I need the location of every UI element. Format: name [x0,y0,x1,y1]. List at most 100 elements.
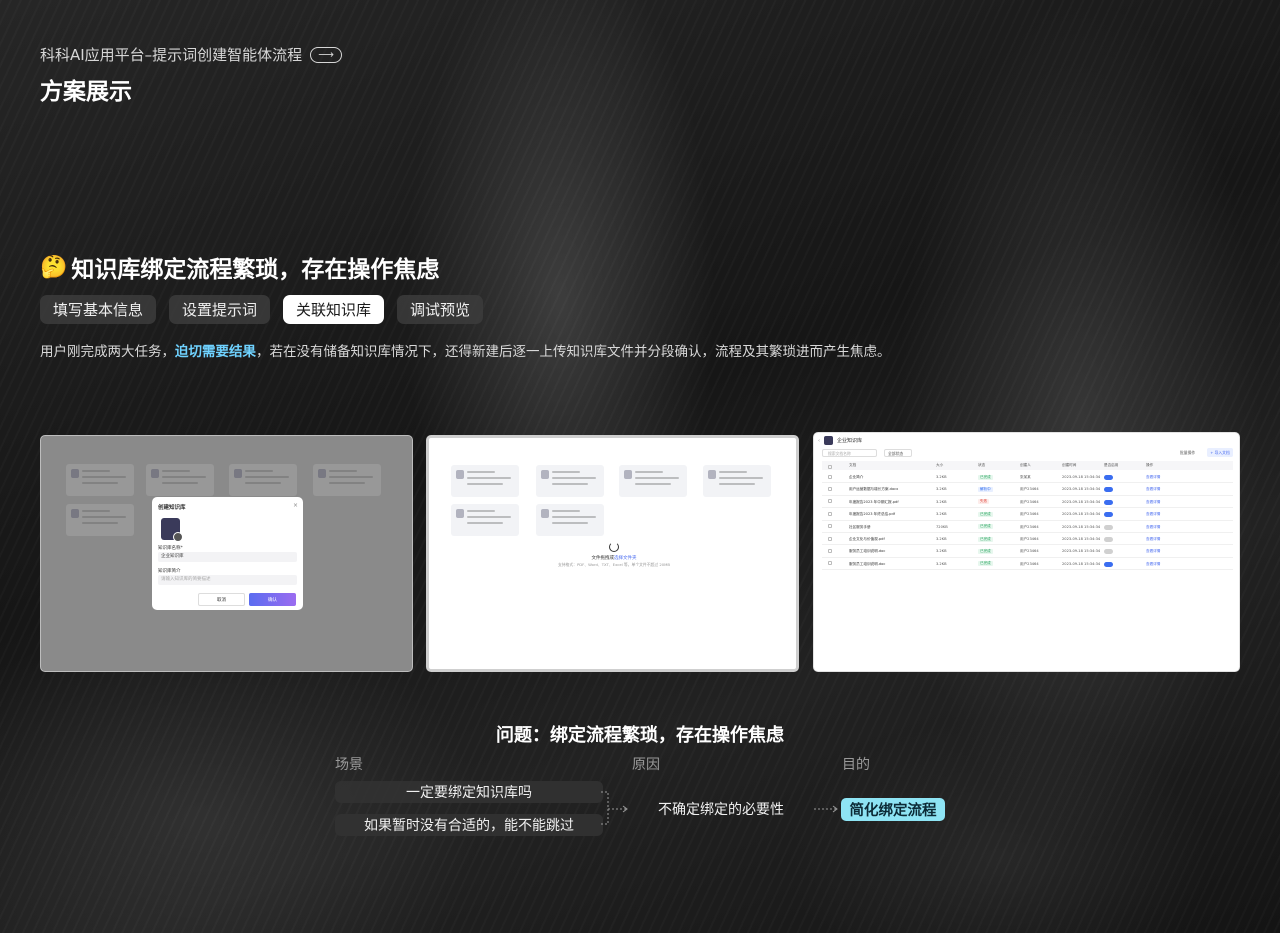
step-debug-preview[interactable]: 调试预览 [397,295,484,324]
kb-title: 企业知识库 [837,438,863,444]
view-detail-link[interactable]: 查看详情 [1146,471,1160,483]
scene-item: 一定要绑定知识库吗 [335,781,603,803]
desc-label: 知识库简介 [158,569,181,574]
col-status: 状态 [978,463,986,467]
view-detail-link[interactable]: 查看详情 [1146,483,1160,495]
kb-avatar-icon[interactable] [161,518,183,542]
kb-card [313,464,381,496]
file-size: 3.2KB [936,561,947,566]
owner-name: 用户23464 [1020,487,1039,492]
close-icon[interactable]: × [293,502,298,509]
table-head: 文档 大小 状态 创建人 创建时间 是否启用 操作 [822,461,1233,470]
scene-item: 如果暂时没有合适的，能不能跳过 [335,814,603,836]
section-title-text: 知识库绑定流程繁琐，存在操作焦虑 [71,257,440,283]
select-all-checkbox[interactable] [828,464,832,469]
step-prompt[interactable]: 设置提示词 [169,295,271,324]
search-input[interactable]: 搜索文档名称 [822,449,877,457]
file-name: 用户运营数据与增长方案.docx [849,487,899,492]
table-row[interactable]: 年度报告2023 年终总结.pdf 3.2KB 已完成 用户23464 2023-09-… [822,508,1233,521]
name-label: 知识库名称* [158,546,183,551]
view-detail-link[interactable]: 查看详情 [1146,558,1160,570]
table-row[interactable]: 企业文化与价值观.pdf 3.2KB 已完成 用户23464 2023-09-18 15… [822,533,1233,546]
row-checkbox[interactable] [828,536,832,541]
row-checkbox[interactable] [828,548,832,553]
kb-card [66,504,134,536]
goal-item: 简化绑定流程 [841,798,945,821]
status-badge: 已完成 [978,524,993,530]
reason-item: 不确定绑定的必要性 [658,802,784,818]
created-time: 2023-09-18 15:34:34 [1062,499,1101,504]
enable-toggle[interactable] [1104,537,1113,542]
kb-card [66,464,134,496]
view-detail-link[interactable]: 查看详情 [1146,521,1160,533]
step-tabs: 填写基本信息 设置提示词 关联知识库 调试预览 [40,295,484,324]
row-checkbox[interactable] [828,474,832,479]
batch-button[interactable]: 批量操作 [1180,449,1195,457]
col-actions: 操作 [1146,463,1154,467]
enable-toggle[interactable] [1104,561,1113,567]
owner-name: 张某某 [1020,475,1031,479]
table-header-bar: ‹ 企业知识库 [818,436,862,445]
status-badge: 失败 [978,499,990,505]
file-size: 3.2KB [936,549,947,554]
view-detail-link[interactable]: 查看详情 [1146,496,1160,508]
enable-toggle[interactable] [1104,487,1113,493]
created-time: 2023-09-18 15:34:34 [1062,487,1101,492]
section-title: 🤔 知识库绑定流程繁琐，存在操作焦虑 [40,250,439,284]
row-checkbox[interactable] [828,511,832,516]
table-row[interactable]: 社区服务手册 720KB 已完成 用户23464 2023-09-18 15:34:34… [822,521,1233,533]
back-icon[interactable]: ‹ [818,438,820,444]
enable-toggle[interactable] [1104,475,1113,480]
file-name: 社区服务手册 [849,524,871,529]
status-filter[interactable]: 全部状态 [884,449,912,457]
import-button[interactable]: + 导入文档 [1207,448,1233,457]
enable-toggle[interactable] [1104,512,1113,518]
created-time: 2023-09-18 15:34:34 [1062,537,1101,541]
row-checkbox[interactable] [828,561,832,566]
enable-toggle[interactable] [1104,499,1113,505]
col-time: 创建时间 [1062,463,1077,467]
step-knowledge-base[interactable]: 关联知识库 [283,295,385,324]
label-goal: 目的 [842,757,870,773]
created-time: 2023-09-18 15:34:34 [1062,561,1101,566]
upload-dropzone[interactable]: 文件拖拽或选择文件夹 支持格式：PDF、Word、TXT、Excel 等，单个文… [549,542,679,567]
table-row[interactable]: 服务员工培训说明.doc 3.2KB 已完成 用户23464 2023-09-18 15… [822,558,1233,571]
screenshot-create-dialog: 创建知识库 × 知识库名称* 企业知识库 知识库简介 请输入知识库的简要描述 取… [40,435,413,672]
enable-toggle[interactable] [1104,549,1113,555]
row-checkbox[interactable] [828,486,832,491]
table-row[interactable]: 用户运营数据与增长方案.docx 3.2KB 解析中 用户23464 2023-09-1… [822,483,1233,496]
cancel-button[interactable]: 取消 [198,593,245,606]
kb-desc-input[interactable]: 请输入知识库的简要描述 [158,575,297,585]
kb-card [451,465,519,497]
upload-main: 文件拖拽或 [591,556,615,561]
row-checkbox[interactable] [828,499,832,504]
file-name: 企业简介 [849,475,864,479]
create-kb-dialog: 创建知识库 × 知识库名称* 企业知识库 知识库简介 请输入知识库的简要描述 取… [152,497,303,610]
kb-card [229,464,297,496]
label-scene: 场景 [335,757,363,773]
file-size: 3.2KB [936,487,947,492]
status-badge: 已完成 [978,561,993,567]
kb-name-input[interactable]: 企业知识库 [158,552,297,562]
table-row[interactable]: 年度报告2023 年中期汇报.pdf 3.2KB 失败 用户23464 2023-09-… [822,496,1233,509]
view-detail-link[interactable]: 查看详情 [1146,545,1160,557]
enable-toggle[interactable] [1104,524,1113,530]
file-name: 年度报告2023 年中期汇报.pdf [849,499,899,504]
upload-link[interactable]: 选择文件夹 [614,556,637,561]
file-size: 3.2KB [936,499,947,504]
thinking-face-icon: 🤔 [40,254,68,280]
desc-after: ，若在没有储备知识库情况下，还得新建后逐一上传知识库文件并分段确认，流程及其繁琐… [256,344,891,360]
table-row[interactable]: 服务员工培训说明.doc 3.2KB 已完成 用户23464 2023-09-18 15… [822,545,1233,558]
view-detail-link[interactable]: 查看详情 [1146,533,1160,545]
row-checkbox[interactable] [828,524,832,529]
col-owner: 创建人 [1020,463,1031,467]
table-row[interactable]: 企业简介 3.2KB 已完成 张某某 2023-09-18 15:34:34 查看详情 [822,471,1233,484]
kb-card [536,504,604,536]
step-basic-info[interactable]: 填写基本信息 [40,295,157,324]
confirm-button[interactable]: 确认 [249,593,296,606]
file-name: 服务员工培训说明.doc [849,549,886,554]
screenshot-file-table: ‹ 企业知识库 搜索文档名称 全部状态 批量操作 + 导入文档 文档 大小 状态… [813,432,1240,672]
view-detail-link[interactable]: 查看详情 [1146,508,1160,520]
upload-loading-icon [609,542,619,552]
arrow-right-icon[interactable]: ⟶ [310,46,343,63]
